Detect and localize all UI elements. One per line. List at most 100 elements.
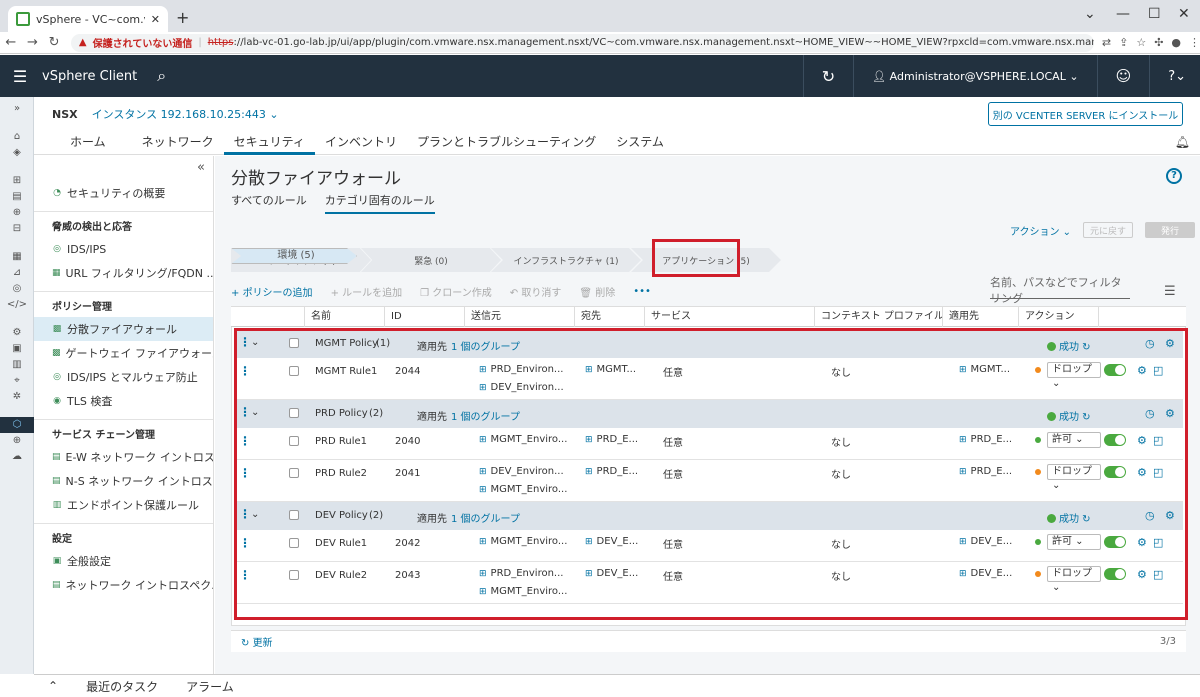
sidebar-item-ns[interactable]: ▤ N-S ネットワーク イントロス... [34, 469, 213, 493]
revert-button[interactable]: 元に戻す [1083, 222, 1134, 238]
tab-home[interactable]: ホーム [60, 131, 116, 155]
category-emergency[interactable]: 緊急 (0) [361, 248, 501, 272]
storage-icon[interactable]: ⊕ [0, 205, 34, 221]
policies-icon[interactable]: ⚙ [0, 325, 34, 341]
new-tab-icon[interactable]: + [176, 8, 189, 27]
chevron-down-icon[interactable]: ⌄ [1084, 6, 1096, 22]
col-applied[interactable]: 適用先 [943, 307, 1019, 327]
sidebar-item-dfw[interactable]: ▩ 分散ファイアウォール [34, 317, 213, 341]
help-icon[interactable]: ? [1166, 168, 1182, 184]
expand-tasks-icon[interactable]: ⌃ [34, 679, 72, 693]
browser-tab[interactable]: vSphere - VC~com.vmware.nsx.m ✕ [8, 6, 168, 32]
filter-input[interactable]: 名前、パスなどでフィルタリング [990, 276, 1130, 305]
actions-dropdown[interactable]: アクション ⌄ [1010, 223, 1071, 238]
sidebar-item-overview[interactable]: ◔ セキュリティの概要 [34, 181, 213, 205]
translate-icon[interactable]: ⇄ [1102, 36, 1111, 49]
recent-tasks-tab[interactable]: 最近のタスク [72, 678, 172, 695]
filter-lines-icon[interactable]: ☰ [1164, 284, 1176, 299]
forward-icon[interactable]: → [22, 35, 44, 50]
col-name[interactable]: 名前 [305, 307, 385, 327]
address-bar[interactable]: ▲ 保護されていない通信 | https://lab-vc-01.go-lab.… [70, 33, 1094, 52]
publish-button[interactable]: 発行 [1145, 222, 1196, 238]
col-id[interactable]: ID [385, 307, 465, 327]
maximize-icon[interactable]: ☐ [1148, 6, 1161, 22]
admin-icon[interactable]: ▣ [0, 341, 34, 357]
reload-icon[interactable]: ↻ [43, 35, 65, 50]
more-actions-button[interactable]: ••• [633, 286, 651, 297]
smiley-feedback-icon[interactable]: ☺ [1116, 67, 1132, 85]
sidebar-item-ids-malware[interactable]: ◎ IDS/IPS とマルウェア防止 [34, 365, 213, 389]
home-icon[interactable]: ⌂ [0, 129, 34, 145]
hamburger-menu-icon[interactable]: ☰ [0, 67, 40, 86]
sidebar-item-general[interactable]: ▣ 全般設定 [34, 549, 213, 573]
sidebar-item-label: TLS 検査 [67, 395, 113, 408]
sidebar-item-net-intro[interactable]: ▤ ネットワーク イントロスペク... [34, 573, 213, 597]
instance-selector[interactable]: インスタンス 192.168.10.25:443 ⌄ [92, 106, 279, 122]
collapse-rail-icon[interactable]: » [0, 101, 34, 117]
kebab-menu-icon[interactable]: ⋮ [1189, 36, 1200, 49]
vms-icon[interactable]: ▤ [0, 189, 34, 205]
lifecycle-icon[interactable]: ◎ [0, 281, 34, 297]
network-icon[interactable]: ⊟ [0, 221, 34, 237]
close-window-icon[interactable]: ✕ [1178, 6, 1190, 22]
tab-inventory[interactable]: インベントリ [315, 131, 407, 155]
refresh-button[interactable]: ↻ 更新 [241, 634, 273, 649]
divider [34, 291, 213, 292]
add-policy-button[interactable]: + ポリシーの追加 [231, 284, 313, 299]
col-source[interactable]: 送信元 [465, 307, 575, 327]
nsx-icon[interactable]: ⬡ [0, 417, 34, 433]
user-menu[interactable]: 👤︎ Administrator@VSPHERE.LOCAL ⌄ [872, 70, 1078, 83]
tasks-icon[interactable]: ▥ [0, 357, 34, 373]
shortcuts-icon[interactable]: ◈ [0, 145, 34, 161]
share-icon[interactable]: ⇪ [1119, 36, 1128, 49]
clone-label: クローン作成 [432, 288, 492, 299]
add-rule-button[interactable]: + ルールを追加 [331, 284, 403, 299]
sidebar-section-policy: ポリシー管理 [52, 302, 112, 313]
profile-avatar[interactable]: ● [1171, 36, 1181, 49]
col-service[interactable]: サービス [645, 307, 815, 327]
install-vcenter-button[interactable]: 別の VCENTER SERVER にインストール [988, 102, 1183, 126]
delete-button[interactable]: 🗑︎ 削除 [579, 284, 615, 299]
tab-all-rules[interactable]: すべてのルール [231, 192, 307, 214]
category-infrastructure[interactable]: インフラストラクチャ (1) [491, 248, 641, 272]
gauge-icon: ◔ [53, 188, 61, 198]
sidebar-item-ids-ips[interactable]: ◎ IDS/IPS [34, 237, 213, 261]
col-action[interactable]: アクション [1019, 307, 1099, 327]
cloud-icon[interactable]: ⊕ [0, 433, 34, 449]
category-environment[interactable]: 環境 (5) [231, 248, 357, 264]
help-menu-icon[interactable]: ?⌄ [1168, 69, 1186, 84]
developer-icon[interactable]: </> [0, 297, 34, 313]
refresh-icon[interactable]: ↻ [822, 67, 835, 86]
sidebar-item-gateway-firewall[interactable]: ▩ ゲートウェイ ファイアウォール [34, 341, 213, 365]
tab-system[interactable]: システム [606, 131, 674, 155]
sidebar-item-ew[interactable]: ▤ E-W ネットワーク イントロス... [34, 445, 213, 469]
tab-category-rules[interactable]: カテゴリ固有のルール [324, 192, 435, 214]
sidebar-item-endpoint[interactable]: ▥ エンドポイント保護ルール [34, 493, 213, 517]
col-context[interactable]: コンテキスト プロファイル [815, 307, 943, 327]
content-library-icon[interactable]: ▦ [0, 249, 34, 265]
hosts-icon[interactable]: ⊞ [0, 173, 34, 189]
workload-icon[interactable]: ⊿ [0, 265, 34, 281]
search-icon[interactable]: ⌕ [157, 66, 166, 86]
partner-icon[interactable]: ☁ [0, 449, 34, 465]
sidebar-item-url-filter[interactable]: ▦ URL フィルタリング/FQDN ... [34, 261, 213, 285]
tab-plan-troubleshoot[interactable]: プランとトラブルシューティング [407, 131, 606, 155]
col-dest[interactable]: 宛先 [575, 307, 645, 327]
collapse-sidebar-icon[interactable]: « [34, 156, 213, 175]
tab-network[interactable]: ネットワーク [132, 131, 224, 155]
back-icon[interactable]: ← [0, 35, 22, 50]
close-tab-icon[interactable]: ✕ [151, 13, 160, 26]
grid-footer: ↻ 更新 3/3 [231, 630, 1186, 652]
undo-button[interactable]: ↶ 取り消す [510, 284, 562, 299]
extensions-icon[interactable]: ✣ [1154, 36, 1163, 49]
clone-button[interactable]: ❐ クローン作成 [420, 284, 492, 299]
star-icon[interactable]: ☆ [1136, 36, 1146, 49]
tags-icon[interactable]: ⌖ [0, 373, 34, 389]
tab-security[interactable]: セキュリティ [223, 131, 315, 155]
sidebar-item-tls[interactable]: ◉ TLS 検査 [34, 389, 213, 413]
minimize-icon[interactable]: — [1116, 6, 1130, 22]
bell-icon[interactable]: 🔔︎ [1165, 131, 1200, 155]
events-icon[interactable]: ✲ [0, 389, 34, 405]
alarms-tab[interactable]: アラーム [172, 678, 248, 695]
security-warning[interactable]: 保護されていない通信 [93, 35, 193, 50]
